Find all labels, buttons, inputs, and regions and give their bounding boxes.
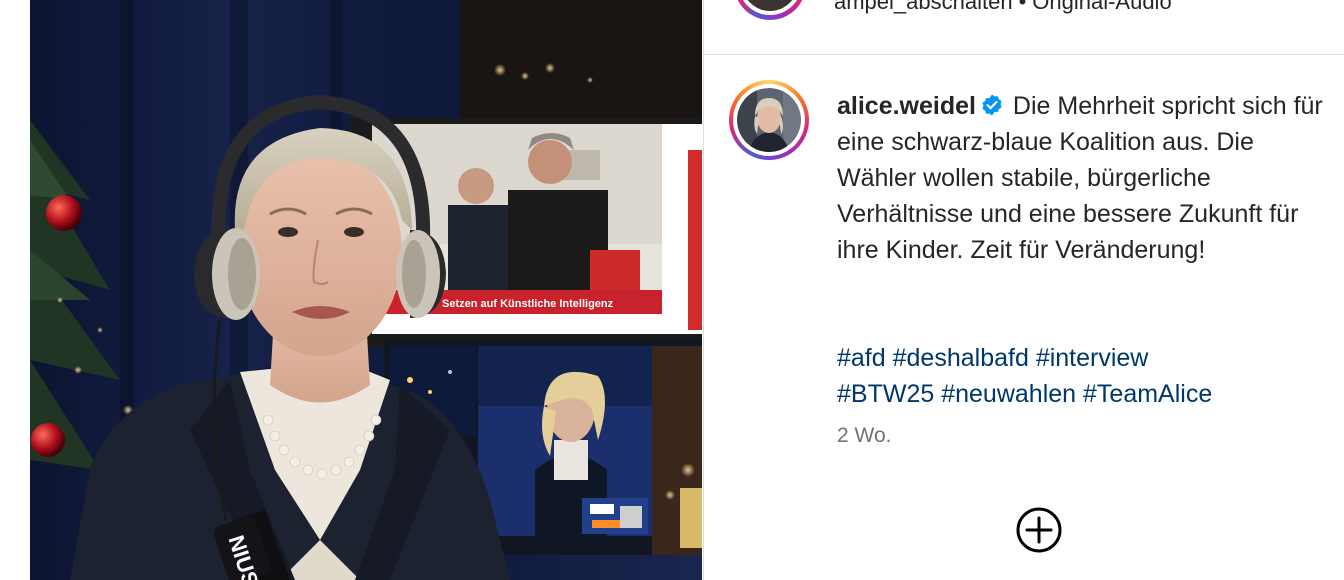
hashtag-link[interactable]: #TeamAlice (1083, 380, 1212, 408)
audio-username[interactable]: ampel_abschalten (834, 0, 1013, 14)
hashtag-link[interactable]: #neuwahlen (941, 380, 1076, 408)
hashtag-link[interactable]: #afd (837, 344, 886, 372)
caption-avatar[interactable] (729, 80, 809, 160)
verified-badge-icon (982, 94, 1002, 116)
video-frame: Setzen auf Künstliche Intelligenz NIUS (30, 0, 702, 580)
hashtag-link[interactable]: #BTW25 (837, 380, 934, 408)
caption-username[interactable]: alice.weidel (837, 92, 976, 120)
caption-hashtags: #afd #deshalbafd #interview #BTW25 #neuw… (837, 340, 1327, 412)
separator-dot: • (1018, 0, 1027, 14)
avatar-image (737, 88, 801, 152)
header-audio-line: ampel_abschalten • Original-Audio (834, 0, 1172, 16)
hashtag-link[interactable]: #interview (1036, 344, 1149, 372)
hashtag-link[interactable]: #deshalbafd (893, 344, 1029, 372)
header-avatar[interactable] (730, 0, 810, 22)
instagram-post-view: Setzen auf Künstliche Intelligenz NIUS a… (0, 0, 1344, 580)
post-timestamp[interactable]: 2 Wo. (837, 424, 891, 448)
post-side-panel: ampel_abschalten • Original-Audio alice.… (703, 0, 1344, 580)
add-circle-icon[interactable] (1015, 506, 1063, 554)
post-caption: alice.weidel Die Mehrheit spricht sich f… (837, 88, 1327, 268)
audio-label[interactable]: Original-Audio (1032, 0, 1171, 14)
post-header-row: ampel_abschalten • Original-Audio (704, 0, 1344, 55)
tv-ticker-text: Setzen auf Künstliche Intelligenz (442, 298, 614, 310)
post-video[interactable]: Setzen auf Künstliche Intelligenz NIUS (30, 0, 702, 580)
